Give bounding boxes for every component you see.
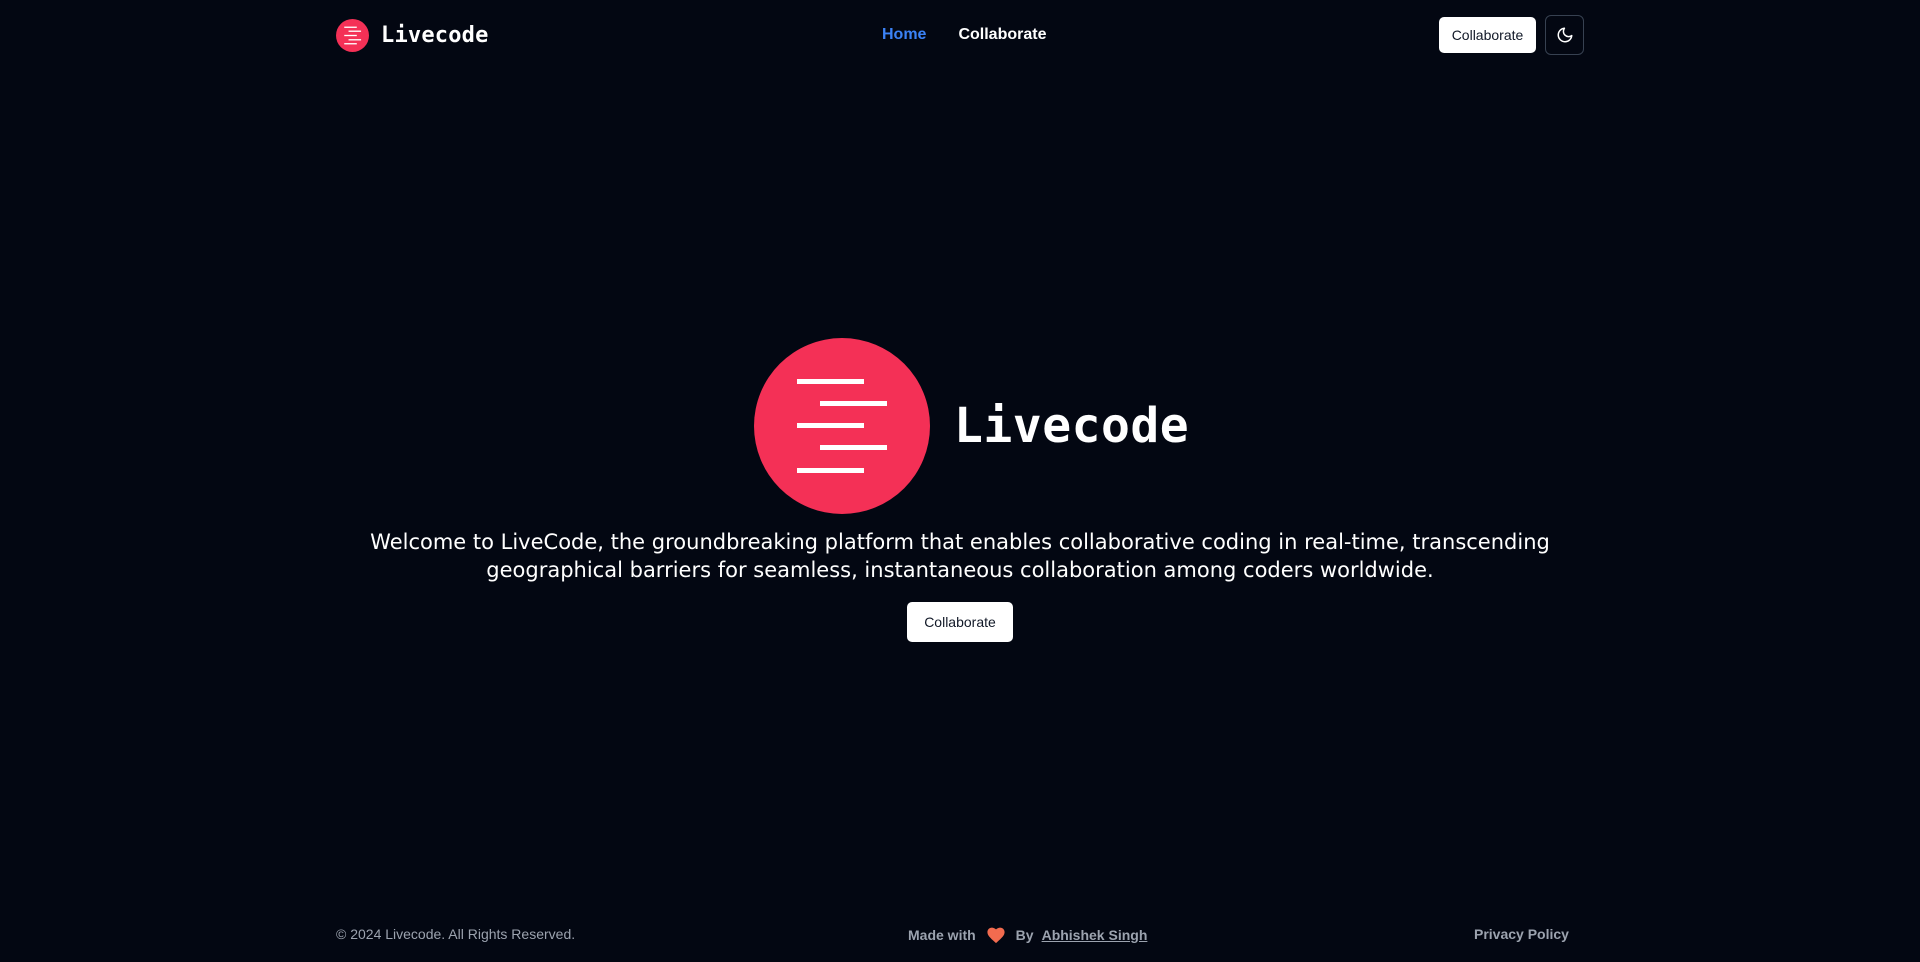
privacy-policy-link[interactable]: Privacy Policy	[1474, 926, 1569, 942]
nav-home[interactable]: Home	[882, 24, 926, 46]
theme-toggle-button[interactable]	[1545, 15, 1584, 55]
moon-icon	[1557, 27, 1572, 43]
made-with-credit: Made with By Abhishek Singh	[908, 924, 1147, 946]
made-with-label: Made with	[908, 927, 976, 943]
site-footer: © 2024 Livecode. All Rights Reserved. Ma…	[0, 920, 1920, 950]
hero-brand: Livecode	[754, 338, 1189, 514]
page: Livecode Home Collaborate Collaborate Li…	[0, 0, 1920, 962]
brand-link[interactable]: Livecode	[336, 18, 489, 52]
site-header: Livecode Home Collaborate Collaborate	[0, 0, 1920, 70]
nav-collaborate[interactable]: Collaborate	[958, 24, 1046, 46]
main-nav: Home Collaborate	[882, 24, 1046, 46]
hero-collaborate-button[interactable]: Collaborate	[907, 602, 1013, 642]
livecode-hero-logo-icon	[754, 338, 930, 514]
header-collaborate-button[interactable]: Collaborate	[1439, 17, 1536, 53]
brand-name: Livecode	[381, 22, 489, 48]
author-link[interactable]: Abhishek Singh	[1042, 927, 1148, 943]
copyright-text: © 2024 Livecode. All Rights Reserved.	[336, 926, 576, 942]
hero-description: Welcome to LiveCode, the groundbreaking …	[370, 530, 1550, 582]
heart-icon	[987, 927, 1005, 944]
by-label: By	[1015, 927, 1034, 943]
hero-title: Livecode	[954, 398, 1190, 454]
livecode-logo-icon	[336, 18, 369, 52]
